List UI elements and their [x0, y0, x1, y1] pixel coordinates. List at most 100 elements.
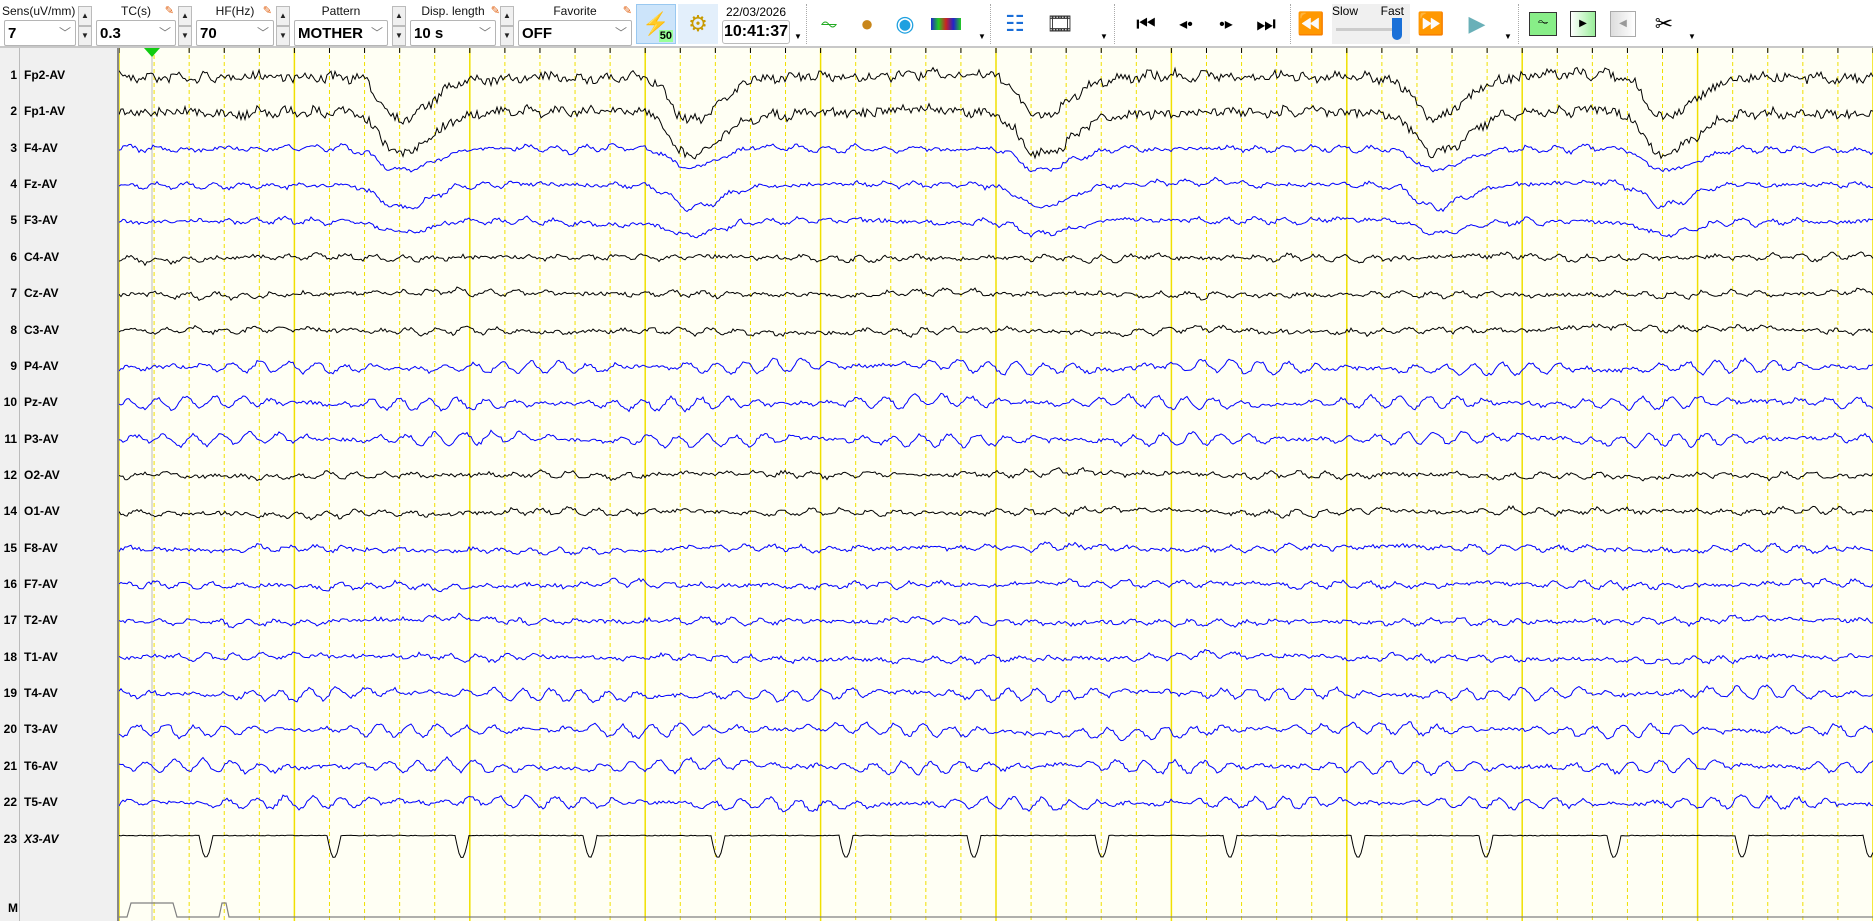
chevron-down-icon: ﹀	[478, 26, 491, 40]
dropdown-arrow-icon[interactable]: ▼	[794, 32, 802, 41]
sens-select[interactable]: 7 ﹀	[4, 20, 76, 46]
pencil-icon[interactable]: ✎	[165, 4, 174, 17]
scissors-icon: ✂	[1654, 11, 1674, 36]
channel-name: C4-AV	[24, 249, 60, 264]
channel-number: 23	[3, 831, 17, 846]
pattern-down-button[interactable]: ▼	[392, 26, 406, 46]
pencil-icon[interactable]: ✎	[491, 4, 500, 17]
channel-name: Fp2-AV	[24, 68, 66, 82]
channel-label-f4-av[interactable]: 3 F4-AV	[0, 141, 117, 161]
clip-edit-button[interactable]: ✂	[1644, 4, 1684, 44]
page-forward-icon: ▶	[1570, 11, 1596, 37]
channel-label-o2-av[interactable]: 12 O2-AV	[0, 468, 117, 488]
channel-label-c4-av[interactable]: 6 C4-AV	[0, 250, 117, 270]
channel-label-t6-av[interactable]: 21 T6-AV	[0, 759, 117, 779]
go-start-button[interactable]: ⏮	[1128, 4, 1164, 44]
speed-slow-label: Slow	[1332, 4, 1359, 18]
speed-thumb[interactable]	[1392, 18, 1402, 40]
sens-down-button[interactable]: ▼	[78, 26, 92, 46]
channel-name: F4-AV	[24, 140, 58, 155]
pattern-value: MOTHER	[298, 25, 363, 42]
channel-label-fp2-av[interactable]: 1 Fp2-AV	[0, 68, 117, 88]
channel-label-p3-av[interactable]: 11 P3-AV	[0, 432, 117, 452]
channel-label-f3-av[interactable]: 5 F3-AV	[0, 213, 117, 233]
channel-number: 18	[3, 649, 17, 664]
channel-label-x3-av[interactable]: 23 X3-AV	[0, 832, 117, 852]
hf-down-button[interactable]: ▼	[276, 26, 290, 46]
eeg-trace-area[interactable]	[119, 48, 1873, 921]
step-forward-button[interactable]: •▸	[1208, 4, 1244, 44]
dropdown-arrow-icon[interactable]: ▼	[1688, 32, 1696, 41]
channel-number: 21	[3, 758, 17, 773]
channel-number: 12	[3, 467, 17, 482]
head-map-button[interactable]: ●	[850, 4, 884, 44]
hf-select[interactable]: 70 ﹀	[196, 20, 274, 46]
channel-label-c3-av[interactable]: 8 C3-AV	[0, 323, 117, 343]
chevron-down-icon: ﹀	[158, 26, 171, 40]
fast-forward-button[interactable]: ⏩	[1414, 4, 1448, 44]
favorite-select[interactable]: OFF ﹀	[518, 20, 632, 46]
pencil-icon[interactable]: ✎	[623, 4, 632, 17]
sens-label: Sens(uV/mm)	[2, 4, 76, 18]
channel-label-p4-av[interactable]: 9 P4-AV	[0, 359, 117, 379]
next-page-button[interactable]: ▶	[1566, 4, 1600, 44]
patient-info-button[interactable]: ☷	[998, 4, 1032, 44]
time-display[interactable]: 10:41:37	[722, 20, 790, 44]
channel-label-fz-av[interactable]: 4 Fz-AV	[0, 177, 117, 197]
date-label: 22/03/2026	[725, 5, 787, 19]
dropdown-arrow-icon[interactable]: ▼	[1100, 32, 1108, 41]
channel-label-t3-av[interactable]: 20 T3-AV	[0, 722, 117, 742]
dropdown-arrow-icon[interactable]: ▼	[978, 32, 986, 41]
prev-page-button[interactable]: ◀	[1606, 4, 1640, 44]
skip-end-icon: ⏭	[1256, 11, 1276, 36]
channel-number: 5	[10, 213, 17, 228]
pattern-up-button[interactable]: ▲	[392, 6, 406, 26]
notch-filter-button[interactable]: ⚡ 50	[636, 4, 676, 44]
channel-name: Fp1-AV	[24, 104, 66, 119]
channel-label-fp1-av[interactable]: 2 Fp1-AV	[0, 104, 117, 124]
play-button[interactable]: ▶	[1460, 4, 1494, 44]
channel-label-o1-av[interactable]: 14 O1-AV	[0, 504, 117, 524]
pattern-select[interactable]: MOTHER ﹀	[294, 20, 388, 46]
tc-select[interactable]: 0.3 ﹀	[96, 20, 176, 46]
disp-length-select[interactable]: 10 s ﹀	[410, 20, 496, 46]
channel-number: 10	[3, 395, 17, 410]
review-mode-button[interactable]: ⏦	[1526, 4, 1560, 44]
disp-length-up-button[interactable]: ▲	[500, 6, 514, 26]
waveform-button[interactable]: ⏦	[812, 4, 846, 44]
tc-up-button[interactable]: ▲	[178, 6, 192, 26]
channel-name: P4-AV	[24, 358, 59, 373]
hf-up-button[interactable]: ▲	[276, 6, 290, 26]
channel-label-t1-av[interactable]: 18 T1-AV	[0, 650, 117, 670]
go-end-button[interactable]: ⏭	[1248, 4, 1284, 44]
electrode-gear-icon: ⚙	[688, 11, 708, 36]
channel-name: F7-AV	[24, 577, 58, 592]
chevron-down-icon: ﹀	[614, 26, 627, 40]
channel-label-cz-av[interactable]: 7 Cz-AV	[0, 286, 117, 306]
sens-up-button[interactable]: ▲	[78, 6, 92, 26]
topography-button[interactable]: ◉	[888, 4, 922, 44]
video-button[interactable]: 🎞	[1040, 4, 1080, 44]
channel-label-t4-av[interactable]: 19 T4-AV	[0, 686, 117, 706]
channel-label-f8-av[interactable]: 15 F8-AV	[0, 541, 117, 561]
channel-name: T5-AV	[24, 795, 58, 810]
disp-length-down-button[interactable]: ▼	[500, 26, 514, 46]
tc-down-button[interactable]: ▼	[178, 26, 192, 46]
channel-name: O2-AV	[24, 467, 60, 482]
electrode-settings-button[interactable]: ⚙	[678, 4, 718, 44]
channel-label-t2-av[interactable]: 17 T2-AV	[0, 613, 117, 633]
dropdown-arrow-icon[interactable]: ▼	[1504, 32, 1512, 41]
channel-label-f7-av[interactable]: 16 F7-AV	[0, 577, 117, 597]
pencil-icon[interactable]: ✎	[263, 4, 272, 17]
channel-label-pz-av[interactable]: 10 Pz-AV	[0, 395, 117, 415]
favorite-label: Favorite	[553, 4, 597, 18]
step-back-button[interactable]: ◂•	[1168, 4, 1204, 44]
channel-label-m[interactable]: M	[0, 901, 117, 921]
spectrogram-button[interactable]	[926, 4, 966, 44]
channel-label-t5-av[interactable]: 22 T5-AV	[0, 795, 117, 815]
rewind-button[interactable]: ⏪	[1294, 4, 1328, 44]
speed-slider[interactable]: Slow Fast	[1332, 4, 1410, 44]
topography-icon: ◉	[895, 11, 915, 36]
channel-name: M	[8, 901, 18, 915]
pattern-label: Pattern	[321, 4, 361, 18]
